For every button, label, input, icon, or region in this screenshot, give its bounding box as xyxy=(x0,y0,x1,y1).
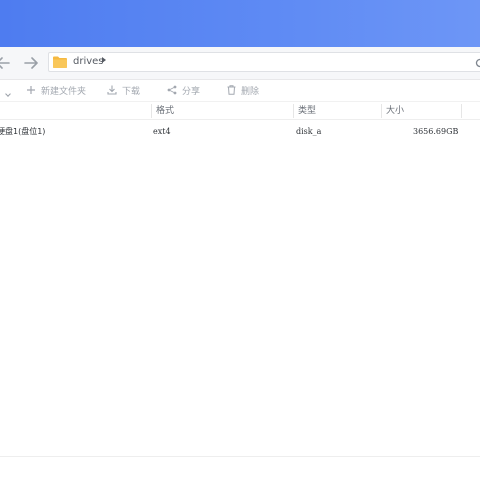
navigation-bar: drives xyxy=(0,47,480,80)
refresh-icon[interactable] xyxy=(475,58,480,68)
folder-icon xyxy=(53,56,67,68)
delete-label: 删除 xyxy=(241,86,260,97)
arrow-right-icon xyxy=(24,57,38,69)
new-folder-label: 新建文件夹 xyxy=(41,86,87,97)
column-separator[interactable] xyxy=(461,104,462,118)
address-bar[interactable]: drives xyxy=(48,52,480,72)
arrow-left-icon xyxy=(0,57,10,69)
download-button[interactable]: 下载 xyxy=(107,83,140,97)
file-manager-window: drives 新建文件夹 下载 分享 删除 格式 类型 大小 硬盘1(盘位1) … xyxy=(0,0,480,480)
cell-type: disk_a xyxy=(296,127,322,136)
column-header-format[interactable]: 格式 xyxy=(156,104,174,118)
toolbar: 新建文件夹 下载 分享 删除 xyxy=(0,80,480,100)
cell-format: ext4 xyxy=(153,127,171,136)
new-folder-button[interactable]: 新建文件夹 xyxy=(26,83,86,97)
column-separator[interactable] xyxy=(151,104,152,118)
table-row[interactable]: 硬盘1(盘位1) ext4 disk_a 3656.69GB xyxy=(0,124,480,140)
back-button[interactable] xyxy=(0,54,12,72)
column-header-size[interactable]: 大小 xyxy=(386,104,404,118)
delete-button[interactable]: 删除 xyxy=(226,83,259,97)
breadcrumb-arrow-icon xyxy=(102,57,106,63)
share-label: 分享 xyxy=(182,86,201,97)
column-separator[interactable] xyxy=(381,104,382,118)
download-label: 下载 xyxy=(122,86,141,97)
share-icon xyxy=(167,85,177,95)
share-button[interactable]: 分享 xyxy=(167,83,200,97)
forward-button[interactable] xyxy=(22,54,40,72)
cell-size: 3656.69GB xyxy=(413,127,459,136)
plus-icon xyxy=(26,85,36,95)
status-bar xyxy=(0,456,480,480)
breadcrumb-item-drives[interactable]: drives xyxy=(73,56,104,68)
column-separator[interactable] xyxy=(293,104,294,118)
column-header-type[interactable]: 类型 xyxy=(298,104,316,118)
download-icon xyxy=(107,85,117,95)
title-bar xyxy=(0,0,480,47)
table-header: 格式 类型 大小 xyxy=(0,101,480,120)
trash-icon xyxy=(226,85,236,95)
cell-name: 硬盘1(盘位1) xyxy=(0,127,46,136)
